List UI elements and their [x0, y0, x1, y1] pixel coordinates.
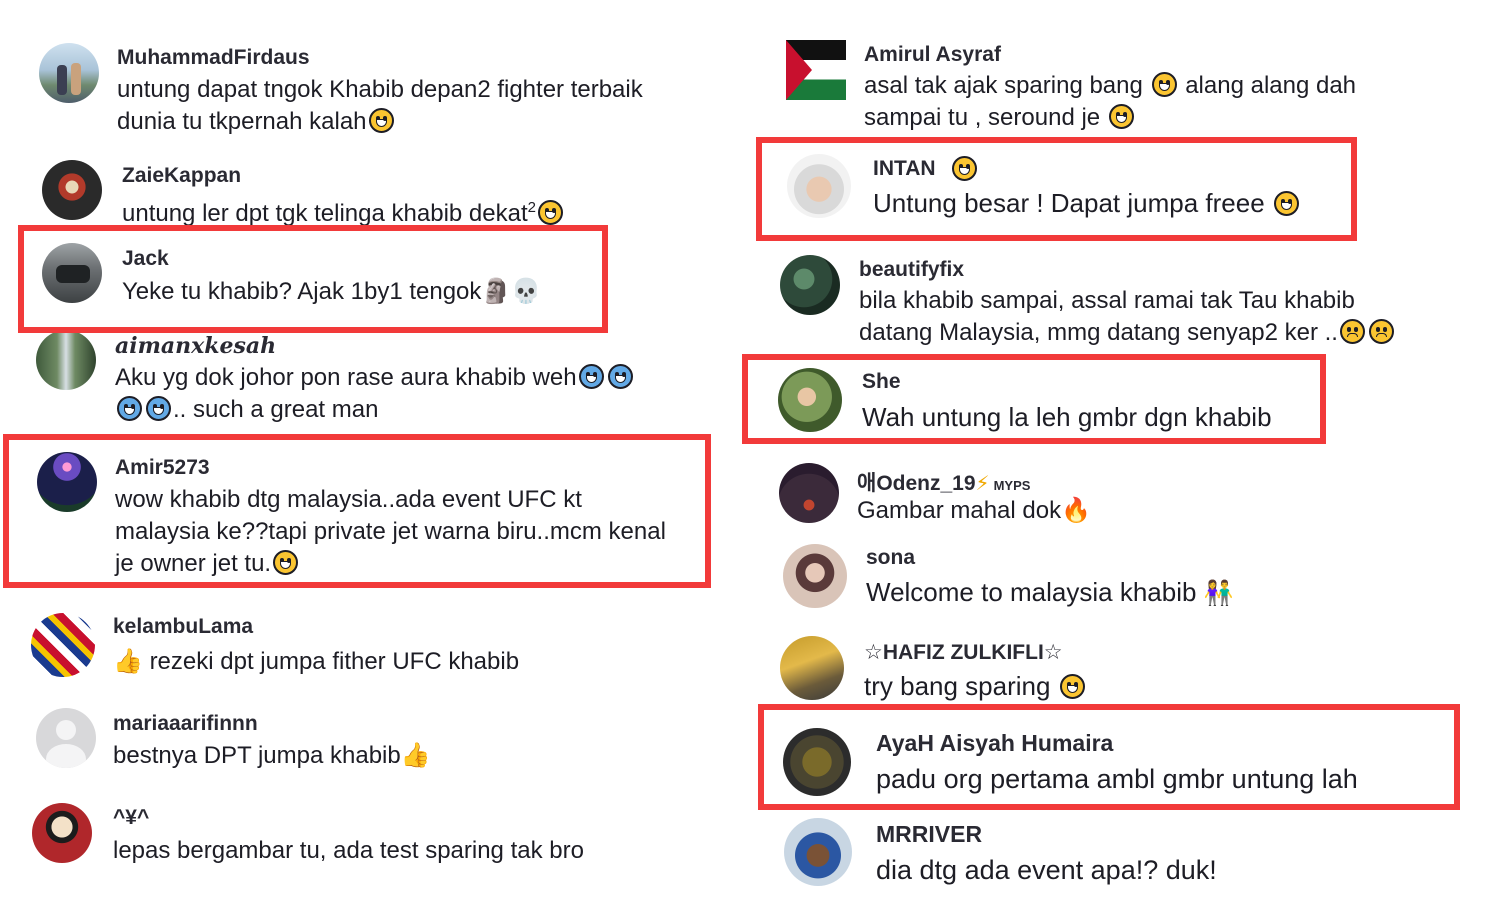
comment-text: lepas bergambar tu, ada test sparing tak… [113, 835, 584, 867]
crying-emoji-icon [578, 364, 604, 389]
comment-text-line: try bang sparing [864, 671, 1051, 701]
thumbs-up-icon: 👍 [400, 741, 431, 769]
comment-username[interactable]: ZaieKappan [122, 164, 241, 188]
comment-text: Gambar mahal dok🔥 [857, 494, 1091, 527]
comment-text-line: untung dapat tngok Khabib depan2 fighter… [117, 76, 643, 103]
avatar[interactable] [780, 255, 840, 315]
comment-text: bila khabib sampai, assal ramai tak Tau … [859, 285, 1396, 349]
superscript: 2 [527, 199, 536, 216]
avatar[interactable] [783, 544, 847, 608]
username-badge: MYPS [993, 478, 1031, 493]
thumbs-up-icon: 👍 [113, 647, 143, 675]
comment-text-line: dunia tu tkpernah kalah [117, 108, 367, 135]
comment-text: Aku yg dok johor pon rase aura khabib we… [115, 362, 635, 426]
comment-username[interactable]: ^¥^ [113, 806, 149, 830]
comment-text-line: sampai tu , seround je [864, 104, 1101, 131]
grin-emoji-icon [537, 200, 563, 225]
avatar[interactable] [784, 818, 852, 886]
comment-text-line: .. such a great man [173, 396, 379, 423]
laughing-emoji-icon [1059, 674, 1085, 699]
comment-text-line: asal tak ajak sparing bang [864, 72, 1143, 99]
comment-text-line: rezeki dpt jumpa fither UFC khabib [149, 648, 520, 675]
avatar[interactable] [36, 330, 96, 390]
comment-text-line: dia dtg ada event apa!? duk! [876, 855, 1217, 885]
tongue-emoji-icon [1108, 104, 1134, 129]
comment-username[interactable]: sona [866, 546, 915, 570]
comment-text-line: bila khabib sampai, assal ramai tak Tau … [859, 287, 1355, 314]
comment-username[interactable]: mariaaarifinnn [113, 712, 258, 736]
grin-emoji-icon [368, 108, 394, 133]
crying-emoji-icon [146, 396, 171, 421]
comment-username-text: 애Odenz_19 [857, 472, 976, 495]
comment-text: dia dtg ada event apa!? duk! [876, 854, 1217, 886]
crying-emoji-icon [117, 396, 142, 421]
lightning-icon: ⚡ [975, 471, 990, 495]
highlight-box-jack [18, 225, 608, 333]
fire-icon: 🔥 [1061, 496, 1091, 524]
highlight-box-ayah-aisyah-humaira [758, 704, 1460, 810]
comment-text-line: datang Malaysia, mmg datang senyap2 ker … [859, 319, 1338, 346]
highlight-box-amir5273 [3, 434, 711, 588]
couple-icon: 👫 [1203, 579, 1234, 607]
comment-username[interactable]: kelambuLama [113, 615, 253, 639]
avatar[interactable] [780, 636, 844, 700]
comment-text-line: bestnya DPT jumpa khabib [113, 742, 401, 769]
comment-text-line: Gambar mahal dok [857, 497, 1062, 524]
highlight-box-she [742, 354, 1326, 444]
avatar[interactable] [39, 43, 99, 103]
default-avatar-icon[interactable] [36, 708, 96, 768]
avatar[interactable] [779, 463, 839, 523]
comment-username[interactable]: ☆HAFIZ ZULKIFLI☆ [864, 640, 1063, 665]
confused-emoji-icon [1339, 319, 1365, 344]
avatar[interactable] [786, 40, 846, 100]
comment-text-line: untung ler dpt tgk telinga khabib dekat [122, 200, 528, 227]
comment-username[interactable]: MRRIVER [876, 821, 982, 848]
avatar[interactable] [31, 613, 95, 677]
avatar[interactable] [32, 803, 92, 863]
crying-emoji-icon [607, 364, 633, 389]
comment-text-line: lepas bergambar tu, ada test sparing tak… [113, 837, 584, 864]
comment-text: untung dapat tngok Khabib depan2 fighter… [117, 74, 643, 138]
highlight-box-intan [756, 137, 1357, 241]
comment-text-line: Welcome to malaysia khabib [866, 577, 1197, 607]
comment-text-line: alang alang dah [1185, 72, 1357, 99]
comment-username[interactable]: MuhammadFirdaus [117, 46, 310, 70]
comment-text: asal tak ajak sparing bang alang alang d… [864, 70, 1356, 134]
comment-username[interactable]: 애Odenz_19⚡ MYPS [857, 467, 1030, 497]
comment-text-line: Aku yg dok johor pon rase aura khabib we… [115, 364, 577, 391]
comment-username[interactable]: beautifyfix [859, 258, 964, 282]
avatar[interactable] [42, 160, 102, 220]
comment-text: bestnya DPT jumpa khabib👍 [113, 739, 431, 772]
confused-emoji-icon [1368, 319, 1394, 344]
laughing-emoji-icon [1151, 72, 1177, 97]
comment-username[interactable]: aimanxkesah [115, 333, 276, 359]
comment-username[interactable]: Amirul Asyraf [864, 43, 1001, 67]
comment-text: try bang sparing [864, 670, 1087, 702]
comment-text: 👍 rezeki dpt jumpa fither UFC khabib [113, 645, 519, 678]
comment-text: Welcome to malaysia khabib 👫 [866, 576, 1234, 609]
